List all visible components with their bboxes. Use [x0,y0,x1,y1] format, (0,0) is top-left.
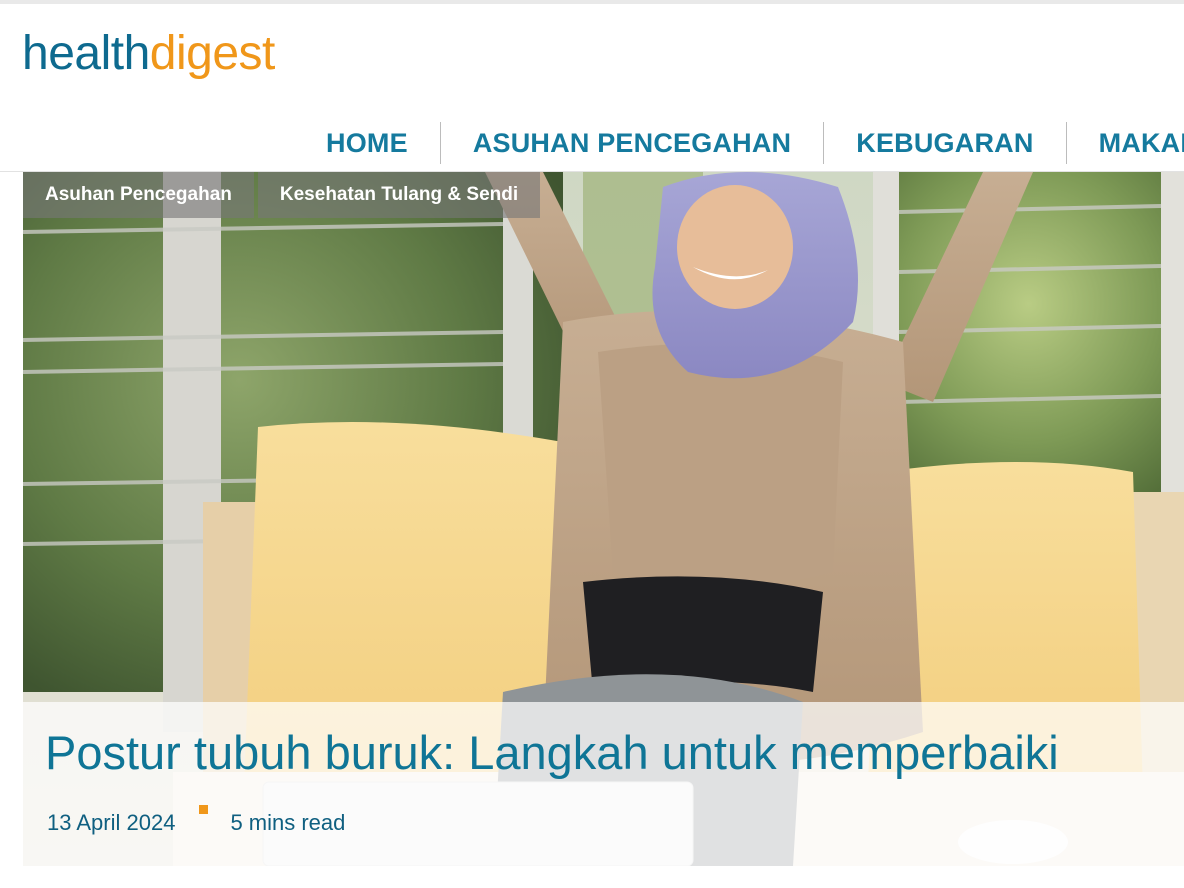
nav-item-makan[interactable]: MAKAN [1067,120,1184,166]
nav-item-kebugaran[interactable]: KEBUGARAN [824,120,1065,166]
page-bottom-spacer [0,866,1184,888]
tag-kesehatan-tulang-sendi[interactable]: Kesehatan Tulang & Sendi [257,172,541,218]
hero-caption: Postur tubuh buruk: Langkah untuk memper… [23,702,1184,866]
tag-asuhan-pencegahan[interactable]: Asuhan Pencegahan [23,172,254,218]
article-date: 13 April 2024 [47,810,176,835]
page: healthdigest HOME ASUHAN PENCEGAHAN KEBU… [0,0,1184,888]
article-title[interactable]: Postur tubuh buruk: Langkah untuk memper… [45,724,1059,782]
meta-separator-dot [199,804,209,814]
nav-item-home[interactable]: HOME [294,120,440,166]
category-tags: Asuhan Pencegahan Kesehatan Tulang & Sen… [23,172,544,218]
site-header: healthdigest HOME ASUHAN PENCEGAHAN KEBU… [0,0,1184,172]
site-logo[interactable]: healthdigest [22,24,275,84]
article-meta: 13 April 2024 5 mins read [47,804,346,836]
main-nav: HOME ASUHAN PENCEGAHAN KEBUGARAN MAKAN [294,120,1184,166]
logo-text-digest: digest [149,27,276,80]
logo-text-health: health [22,27,150,80]
nav-item-asuhan-pencegahan[interactable]: ASUHAN PENCEGAHAN [441,120,823,166]
hero-banner[interactable]: Asuhan Pencegahan Kesehatan Tulang & Sen… [23,172,1184,866]
article-read-time: 5 mins read [230,810,346,835]
